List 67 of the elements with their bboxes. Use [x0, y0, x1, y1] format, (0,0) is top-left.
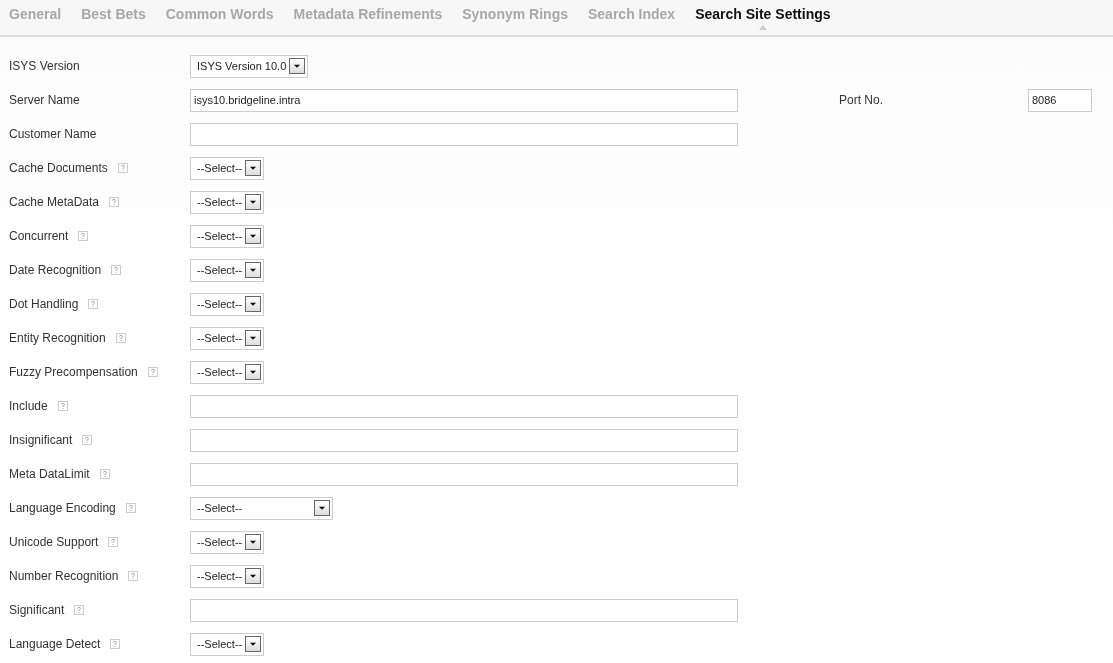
field-label: Cache MetaData — [9, 194, 100, 211]
text-field[interactable]: isys10.bridgeline.intra — [190, 88, 738, 112]
help-icon[interactable] — [108, 537, 119, 547]
dropdown[interactable]: --Select-- — [190, 564, 265, 588]
dropdown[interactable]: --Select-- — [190, 224, 265, 248]
dropdown[interactable]: --Select-- — [190, 156, 265, 180]
text-field[interactable] — [190, 428, 738, 452]
field-label: Entity Recognition — [9, 330, 106, 347]
field-label: Language Detect — [9, 636, 101, 653]
caret-icon[interactable] — [245, 160, 262, 176]
text-field[interactable]: 8086 — [1028, 88, 1092, 112]
field-label: Insignificant — [9, 432, 73, 449]
help-icon[interactable] — [74, 605, 85, 615]
help-icon[interactable] — [128, 571, 139, 581]
text-field[interactable] — [190, 394, 738, 418]
field-label: Concurrent — [9, 228, 69, 245]
help-icon[interactable] — [88, 299, 99, 309]
help-icon[interactable] — [82, 435, 93, 445]
text-field[interactable] — [190, 122, 738, 146]
help-icon[interactable] — [78, 231, 89, 241]
field-label: Language Encoding — [9, 500, 116, 517]
help-icon[interactable] — [117, 163, 128, 173]
field-label: Date Recognition — [9, 262, 102, 279]
caret-icon[interactable] — [289, 58, 306, 74]
field-label: Fuzzy Precompensation — [9, 364, 138, 381]
caret-icon[interactable] — [245, 296, 262, 312]
field-label: Port No. — [839, 92, 884, 109]
text-field[interactable] — [190, 598, 738, 622]
help-icon[interactable] — [115, 333, 126, 343]
dropdown[interactable]: --Select-- — [190, 530, 265, 554]
help-icon[interactable] — [57, 401, 68, 411]
caret-icon[interactable] — [314, 500, 330, 516]
help-icon[interactable] — [109, 197, 120, 207]
help-icon[interactable] — [147, 367, 158, 377]
help-icon[interactable] — [111, 265, 122, 275]
dropdown[interactable]: --Select-- — [190, 632, 265, 656]
dropdown[interactable]: --Select-- — [190, 258, 265, 282]
field-label: Meta DataLimit — [9, 466, 90, 483]
caret-icon[interactable] — [245, 330, 262, 346]
caret-icon[interactable] — [245, 636, 262, 652]
caret-icon[interactable] — [245, 568, 262, 584]
dropdown[interactable]: --Select-- — [190, 360, 265, 384]
field-label: Include — [9, 398, 48, 415]
caret-icon[interactable] — [245, 534, 262, 550]
active-tab-pointer-icon — [758, 25, 767, 30]
caret-icon[interactable] — [245, 194, 262, 210]
field-label: Server Name — [9, 92, 80, 109]
dropdown[interactable]: --Select-- — [190, 496, 333, 520]
field-label: ISYS Version — [9, 58, 80, 75]
field-label: Significant — [9, 602, 65, 619]
tab[interactable]: Search Site Settings — [695, 0, 831, 34]
field-label: Cache Documents — [9, 160, 108, 177]
field-label: Unicode Support — [9, 534, 99, 551]
caret-icon[interactable] — [245, 262, 262, 278]
caret-icon[interactable] — [245, 364, 262, 380]
field-label: Customer Name — [9, 126, 97, 143]
dropdown[interactable]: --Select-- — [190, 292, 265, 316]
dropdown[interactable]: ISYS Version 10.0 — [190, 54, 309, 78]
help-icon[interactable] — [99, 469, 110, 479]
field-label: Number Recognition — [9, 568, 119, 585]
field-label: Dot Handling — [9, 296, 79, 313]
caret-icon[interactable] — [245, 228, 262, 244]
dropdown[interactable]: --Select-- — [190, 190, 265, 214]
text-field[interactable] — [190, 462, 738, 486]
dropdown[interactable]: --Select-- — [190, 326, 265, 350]
help-icon[interactable] — [110, 639, 121, 649]
help-icon[interactable] — [125, 503, 136, 513]
